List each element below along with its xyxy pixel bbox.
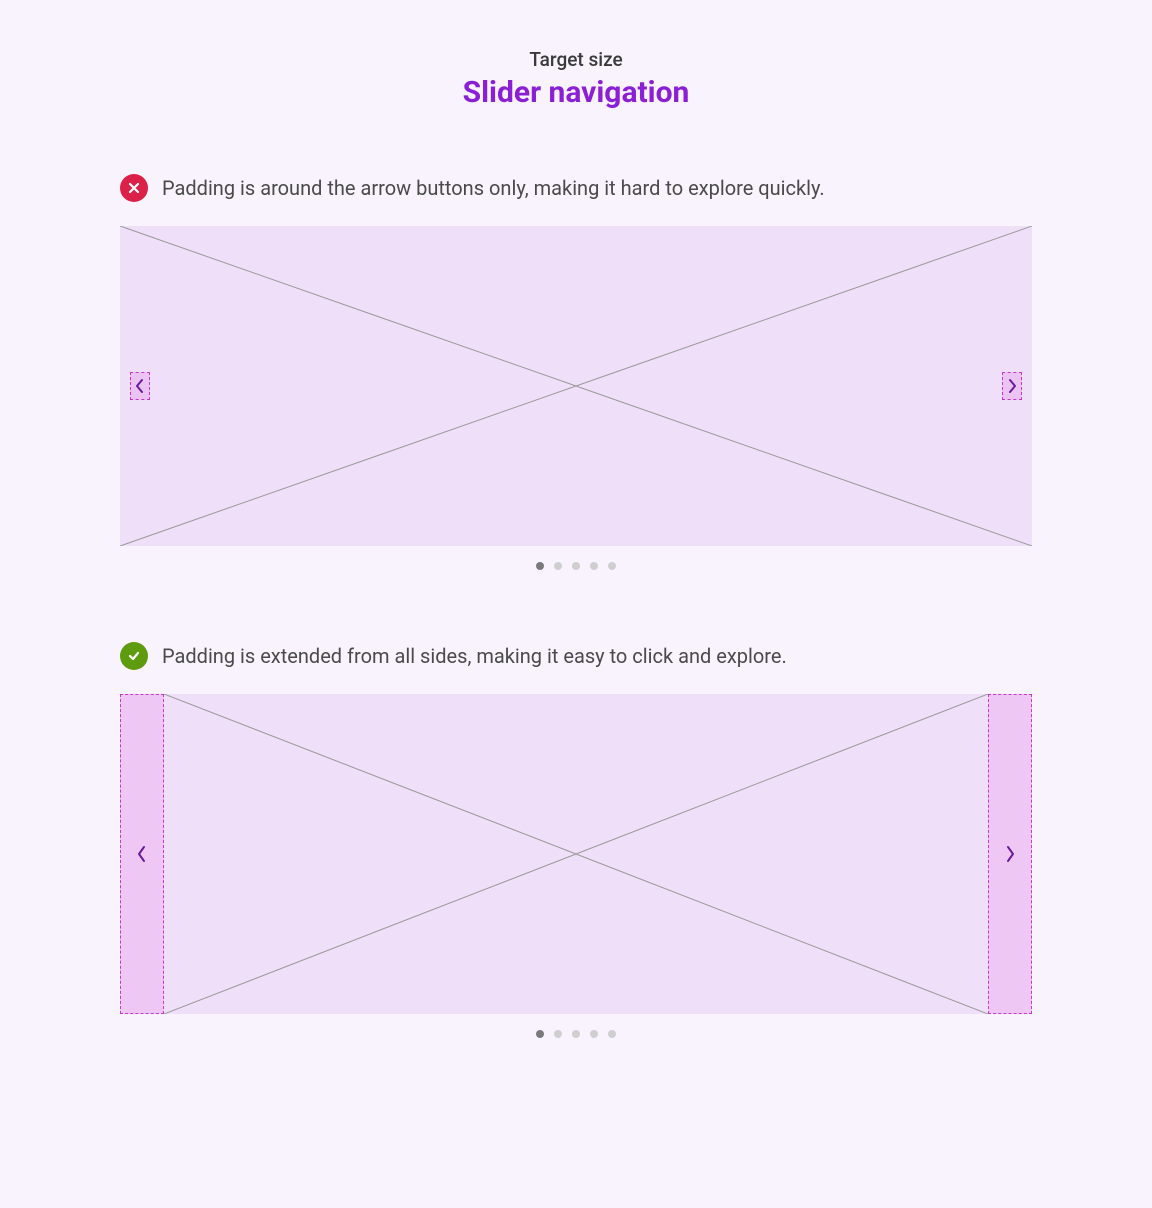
- pagination-dot[interactable]: [572, 562, 580, 570]
- chevron-right-icon: [1007, 378, 1017, 394]
- pagination-dot[interactable]: [608, 1030, 616, 1038]
- example-good: Padding is extended from all sides, maki…: [120, 642, 1032, 1038]
- prev-button[interactable]: [130, 372, 150, 400]
- example-good-text: Padding is extended from all sides, maki…: [162, 644, 787, 668]
- chevron-left-icon: [136, 844, 148, 864]
- prev-button[interactable]: [120, 694, 164, 1014]
- pagination-dots-good: [120, 1030, 1032, 1038]
- page-title: Slider navigation: [120, 75, 1032, 110]
- slider-good: [120, 694, 1032, 1038]
- page-header: Target size Slider navigation: [120, 48, 1032, 110]
- slider-content-good: [120, 694, 1032, 1014]
- pagination-dots-bad: [120, 562, 1032, 570]
- cross-icon: [120, 174, 148, 202]
- pagination-dot[interactable]: [590, 1030, 598, 1038]
- slider-bad: [120, 226, 1032, 570]
- pagination-dot[interactable]: [536, 562, 544, 570]
- pagination-dot[interactable]: [572, 1030, 580, 1038]
- example-header-good: Padding is extended from all sides, maki…: [120, 642, 1032, 670]
- pagination-dot[interactable]: [590, 562, 598, 570]
- pagination-dot[interactable]: [536, 1030, 544, 1038]
- chevron-right-icon: [1004, 844, 1016, 864]
- pagination-dot[interactable]: [554, 562, 562, 570]
- next-button[interactable]: [1002, 372, 1022, 400]
- page-subtitle: Target size: [120, 48, 1032, 71]
- check-icon: [120, 642, 148, 670]
- example-header-bad: Padding is around the arrow buttons only…: [120, 174, 1032, 202]
- chevron-left-icon: [135, 378, 145, 394]
- pagination-dot[interactable]: [554, 1030, 562, 1038]
- slider-content-bad: [120, 226, 1032, 546]
- example-bad-text: Padding is around the arrow buttons only…: [162, 176, 825, 200]
- example-bad: Padding is around the arrow buttons only…: [120, 174, 1032, 570]
- next-button[interactable]: [988, 694, 1032, 1014]
- pagination-dot[interactable]: [608, 562, 616, 570]
